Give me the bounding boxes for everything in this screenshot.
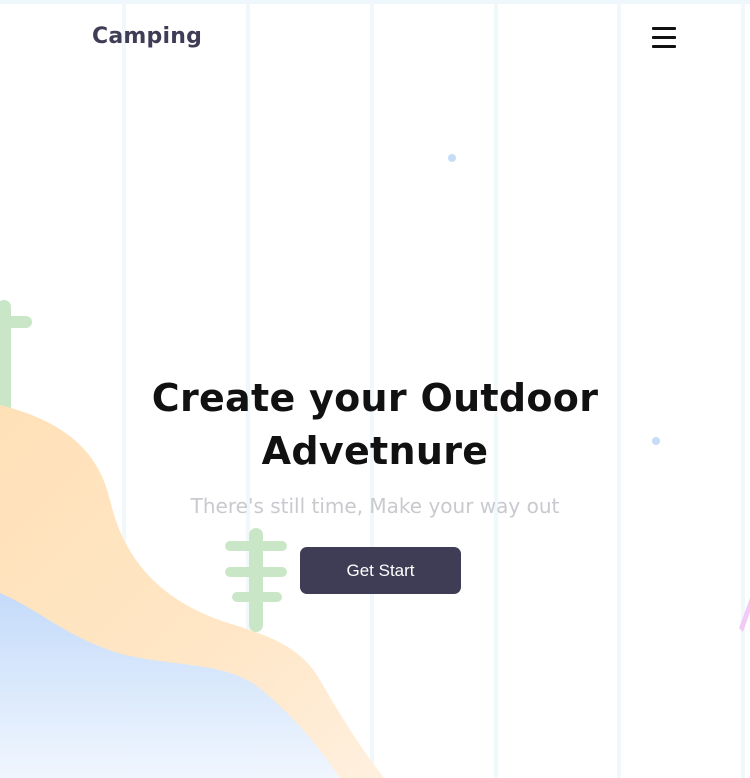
hamburger-menu-icon	[652, 45, 676, 48]
brand-logo[interactable]: Camping	[92, 24, 202, 49]
hero-title-line: Advetnure	[261, 429, 489, 473]
hamburger-menu-icon	[652, 36, 676, 39]
hero-subtitle: There's still time, Make your way out	[190, 494, 560, 518]
hamburger-menu-button[interactable]	[648, 24, 680, 52]
hamburger-menu-icon	[652, 27, 676, 30]
cactus-icon	[225, 528, 287, 632]
tent-icon	[739, 598, 750, 632]
hero-section: Create your Outdoor Advetnure There's st…	[0, 372, 750, 518]
hero-title: Create your Outdoor Advetnure	[75, 372, 675, 478]
get-start-button[interactable]: Get Start	[300, 547, 461, 594]
hero-title-line: Create your Outdoor	[151, 376, 599, 420]
landing-page: Camping Create your Outdoor Advetnure Th…	[0, 0, 750, 778]
